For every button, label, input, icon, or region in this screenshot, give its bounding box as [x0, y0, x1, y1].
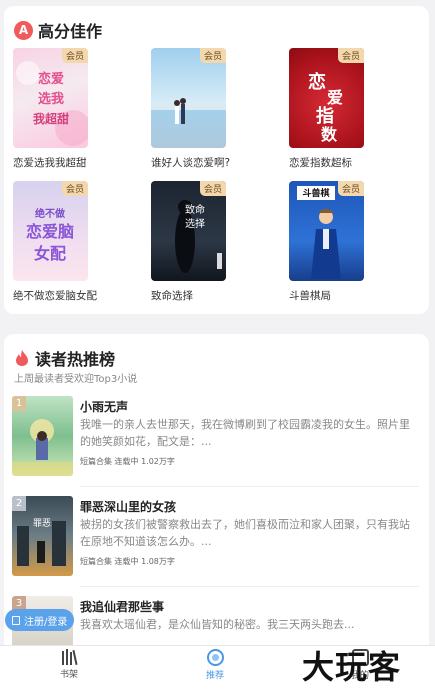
- ranking-item[interactable]: 罪恶 2 罪恶深山里的女孩 被拐的女孩们被警察救出去了，她们喜极而泣和家人团聚，…: [12, 496, 419, 588]
- vip-badge: 会员: [61, 48, 88, 63]
- vip-badge: 会员: [337, 181, 364, 196]
- book-title[interactable]: 小雨无声: [80, 398, 128, 415]
- top-picks-title: 高分佳作: [38, 22, 103, 41]
- vip-badge: 会员: [199, 48, 226, 63]
- cover-art: 绝不做 恋爱脑 女配: [26, 207, 74, 263]
- divider: [80, 486, 419, 487]
- svg-text:我超甜: 我超甜: [33, 111, 69, 126]
- book-meta: 短篇合集 连载中 1.02万字: [80, 457, 175, 466]
- svg-text:恋爱脑: 恋爱脑: [26, 222, 74, 241]
- book-card[interactable]: 绝不做 恋爱脑 女配 会员 绝不做恋爱脑女配: [13, 181, 97, 302]
- svg-text:恋: 恋: [308, 71, 326, 93]
- book-title[interactable]: 谁好人谈恋爱啊?: [151, 155, 261, 170]
- svg-text:选我: 选我: [38, 91, 64, 107]
- book-description: 我唯一的亲人去世那天，我在微博刷到了校园霸凌我的女生。照片里的她笑颜如花，配文是…: [80, 418, 410, 448]
- cover-art: 恋爱 选我 我超甜: [16, 61, 88, 146]
- book-thumbnail[interactable]: 1: [12, 396, 73, 476]
- cover-art: 致命 选择: [175, 200, 222, 273]
- book-title[interactable]: 斗兽棋局: [289, 288, 399, 303]
- vip-badge: 会员: [199, 181, 226, 196]
- ranking-item[interactable]: 1 小雨无声 我唯一的亲人去世那天，我在微博刷到了校园霸凌我的女生。照片里的她笑…: [12, 396, 419, 488]
- book-meta: 短篇合集 连载中 1.08万字: [80, 557, 175, 566]
- cover-art: 斗兽棋: [297, 186, 341, 279]
- book-description: 被拐的女孩们被警察救出去了，她们喜极而泣和家人团聚，只有我站在原地不知道该怎么办…: [80, 518, 410, 548]
- svg-text:恋爱: 恋爱: [38, 71, 64, 87]
- book-cover[interactable]: 恋爱 选我 我超甜 会员: [13, 48, 88, 148]
- register-login-button[interactable]: 注册/登录: [5, 609, 75, 631]
- book-card[interactable]: 恋爱 选我 我超甜 会员 恋爱选我我超甜: [13, 48, 88, 169]
- ranking-subtitle: 上周最读者受欢迎Top3小说: [14, 374, 138, 385]
- top-picks-card: A 高分佳作 恋爱 选我 我超甜 会员 恋爱选我我超甜 会员 谁好人谈恋爱啊? …: [4, 6, 429, 314]
- book-title[interactable]: 恋爱指数超标: [289, 155, 399, 170]
- ranking-header: 读者热推榜: [14, 346, 115, 370]
- svg-text:罪恶: 罪恶: [33, 518, 51, 529]
- book-title[interactable]: 致命选择: [151, 288, 261, 303]
- book-cover[interactable]: 斗兽棋 会员: [289, 181, 364, 281]
- flame-icon: [16, 350, 28, 366]
- book-thumbnail[interactable]: 罪恶 2: [12, 496, 73, 576]
- svg-text:绝不做: 绝不做: [35, 207, 66, 220]
- book-cover[interactable]: 绝不做 恋爱脑 女配 会员: [13, 181, 88, 281]
- bookshelf-icon: [61, 649, 78, 666]
- svg-text:指: 指: [316, 105, 334, 127]
- book-cover[interactable]: 恋 爱 指 数 会员: [289, 48, 364, 148]
- vip-badge: 会员: [61, 181, 88, 196]
- tab-bookshelf[interactable]: 书架: [39, 649, 99, 680]
- cover-art: 恋 爱 指 数: [308, 71, 343, 144]
- svg-text:致命: 致命: [185, 203, 205, 216]
- register-login-label: 注册/登录: [24, 616, 68, 628]
- ranking-title: 读者热推榜: [35, 350, 116, 369]
- svg-text:斗兽棋: 斗兽棋: [302, 187, 329, 199]
- watermark-logo: 大玩客: [302, 648, 402, 686]
- book-cover[interactable]: 致命 选择 会员: [151, 181, 226, 281]
- recommend-icon: [206, 649, 224, 666]
- book-title[interactable]: 恋爱选我我超甜: [13, 155, 123, 170]
- book-title[interactable]: 罪恶深山里的女孩: [80, 498, 176, 515]
- book-card[interactable]: 会员 谁好人谈恋爱啊?: [151, 48, 230, 169]
- tab-label: 推荐: [205, 671, 224, 681]
- divider: [80, 586, 419, 587]
- rank-number: 2: [12, 496, 26, 511]
- rank-number: 1: [12, 396, 26, 411]
- svg-text:数: 数: [321, 125, 338, 144]
- svg-text:爱: 爱: [327, 88, 343, 107]
- book-cover[interactable]: 会员: [151, 48, 226, 148]
- tab-recommend[interactable]: 推荐: [185, 649, 245, 681]
- svg-text:女配: 女配: [34, 244, 66, 263]
- book-title[interactable]: 我追仙君那些事: [80, 598, 164, 615]
- login-icon: [12, 615, 20, 625]
- brand-logo-icon: A: [14, 20, 33, 40]
- book-card[interactable]: 斗兽棋 会员 斗兽棋局: [289, 181, 364, 302]
- vip-badge: 会员: [337, 48, 364, 63]
- book-card[interactable]: 致命 选择 会员 致命选择: [151, 181, 226, 302]
- cover-art: [151, 98, 226, 148]
- top-picks-header: A 高分佳作: [14, 18, 102, 42]
- book-title[interactable]: 绝不做恋爱脑女配: [13, 288, 123, 303]
- book-card[interactable]: 恋 爱 指 数 会员 恋爱指数超标: [289, 48, 364, 169]
- tab-label: 书架: [59, 670, 78, 680]
- svg-text:选择: 选择: [185, 217, 205, 230]
